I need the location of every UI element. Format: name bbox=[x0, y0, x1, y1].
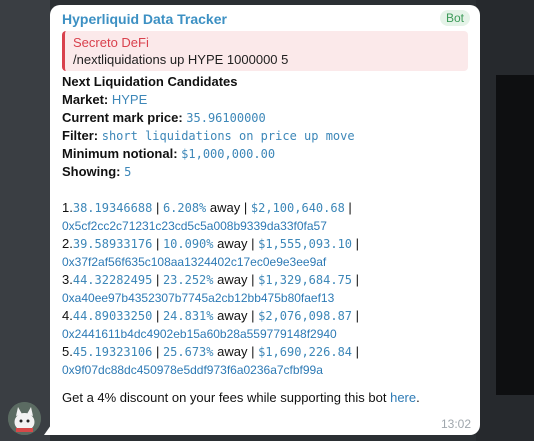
separator: | bbox=[152, 236, 163, 251]
candidate-address-link[interactable]: 0x2441611b4dc4902eb15a60b28a559779148f29… bbox=[62, 325, 472, 343]
notional-value: $1,000,000.00 bbox=[181, 147, 276, 161]
separator: | bbox=[152, 308, 163, 323]
separator: | bbox=[352, 308, 360, 323]
notional-label: Minimum notional: bbox=[62, 146, 182, 161]
candidate-address-link[interactable]: 0x5cf2cc2c71231c23cd5c5a008b9339da33f0fa… bbox=[62, 217, 472, 235]
separator: | bbox=[247, 236, 259, 251]
price-value: 35.96100000 bbox=[186, 111, 266, 125]
away-word: away bbox=[209, 200, 241, 215]
candidate-notional: $1,329,684.75 bbox=[258, 273, 353, 287]
market-value: HYPE bbox=[111, 92, 148, 107]
reply-text: /nextliquidations up HYPE 1000000 5 bbox=[73, 52, 289, 67]
separator: | bbox=[152, 200, 163, 215]
candidate-price: 39.58933176 bbox=[72, 237, 153, 251]
candidate-price: 45.19323106 bbox=[72, 345, 153, 359]
separator: | bbox=[352, 344, 360, 359]
bot-badge: Bot bbox=[439, 10, 470, 26]
away-word: away bbox=[217, 308, 248, 323]
footer-end: . bbox=[416, 390, 420, 405]
footer-row: Get a 4% discount on your fees while sup… bbox=[62, 389, 472, 407]
message-body: Next Liquidation Candidates Market: HYPE… bbox=[62, 73, 472, 407]
market-row: Market: HYPE bbox=[62, 91, 472, 109]
candidate-away-percent: 25.673% bbox=[162, 345, 214, 359]
message-heading: Next Liquidation Candidates bbox=[62, 74, 238, 89]
separator: | bbox=[152, 272, 163, 287]
separator: | bbox=[352, 272, 360, 287]
away-word: away bbox=[217, 272, 248, 287]
message-bubble[interactable]: Hyperliquid Data Tracker Bot Secreto DeF… bbox=[50, 5, 480, 435]
candidate-address-link[interactable]: 0x37f2af56f635c108aa1324402c17ec0e9e3ee9… bbox=[62, 253, 472, 271]
candidate-index: 5. bbox=[62, 344, 73, 359]
separator: | bbox=[352, 236, 360, 251]
market-label: Market: bbox=[62, 92, 112, 107]
candidate-row: 1.38.19346688 | 6.208% away | $2,100,640… bbox=[62, 199, 472, 217]
chat-background-right bbox=[476, 0, 534, 441]
message-time: 13:02 bbox=[440, 417, 471, 431]
notional-row: Minimum notional: $1,000,000.00 bbox=[62, 145, 472, 163]
price-row: Current mark price: 35.96100000 bbox=[62, 109, 472, 127]
candidate-index: 4. bbox=[62, 308, 73, 323]
candidate-notional: $2,100,640.68 bbox=[250, 201, 345, 215]
filter-value: short liquidations on price up move bbox=[101, 129, 355, 143]
separator: | bbox=[344, 200, 352, 215]
candidate-index: 1. bbox=[62, 200, 73, 215]
footer-text: Get a 4% discount on your fees while sup… bbox=[62, 390, 391, 405]
candidate-notional: $2,076,098.87 bbox=[258, 309, 353, 323]
separator: | bbox=[240, 200, 251, 215]
filter-row: Filter: short liquidations on price up m… bbox=[62, 127, 472, 145]
filter-label: Filter: bbox=[62, 128, 102, 143]
side-panel-shadow bbox=[496, 75, 534, 395]
away-word: away bbox=[217, 236, 248, 251]
candidate-price: 38.19346688 bbox=[72, 201, 153, 215]
separator: | bbox=[152, 344, 163, 359]
candidate-notional: $1,690,226.84 bbox=[258, 345, 353, 359]
candidate-index: 2. bbox=[62, 236, 73, 251]
candidate-row: 4.44.89033250 | 24.831% away | $2,076,09… bbox=[62, 307, 472, 325]
candidate-away-percent: 6.208% bbox=[162, 201, 207, 215]
separator: | bbox=[247, 344, 259, 359]
candidate-price: 44.89033250 bbox=[72, 309, 153, 323]
candidate-away-percent: 10.090% bbox=[162, 237, 214, 251]
candidate-row: 2.39.58933176 | 10.090% away | $1,555,09… bbox=[62, 235, 472, 253]
candidate-away-percent: 24.831% bbox=[162, 309, 214, 323]
separator: | bbox=[247, 308, 259, 323]
sender-name[interactable]: Hyperliquid Data Tracker bbox=[62, 11, 227, 27]
bot-avatar[interactable] bbox=[8, 402, 41, 435]
price-label: Current mark price: bbox=[62, 110, 187, 125]
footer-link[interactable]: here bbox=[390, 390, 416, 405]
away-word: away bbox=[217, 344, 248, 359]
showing-label: Showing: bbox=[62, 164, 125, 179]
candidate-list: 1.38.19346688 | 6.208% away | $2,100,640… bbox=[62, 199, 472, 379]
candidate-row: 5.45.19323106 | 25.673% away | $1,690,22… bbox=[62, 343, 472, 361]
chat-background-left bbox=[0, 0, 50, 441]
candidate-price: 44.32282495 bbox=[72, 273, 153, 287]
cat-avatar-icon bbox=[8, 402, 41, 435]
candidate-away-percent: 23.252% bbox=[162, 273, 214, 287]
candidate-notional: $1,555,093.10 bbox=[258, 237, 353, 251]
reply-sender: Secreto DeFi bbox=[73, 35, 149, 50]
candidate-address-link[interactable]: 0xa40ee97b4352307b7745a2cb12bb475b80faef… bbox=[62, 289, 472, 307]
showing-row: Showing: 5 bbox=[62, 163, 472, 181]
candidate-index: 3. bbox=[62, 272, 73, 287]
showing-value: 5 bbox=[124, 165, 132, 179]
candidate-address-link[interactable]: 0x9f07dc88dc450978e5ddf973f6a0236a7cfbf9… bbox=[62, 361, 472, 379]
reply-quote[interactable]: Secreto DeFi /nextliquidations up HYPE 1… bbox=[62, 31, 468, 71]
candidate-row: 3.44.32282495 | 23.252% away | $1,329,68… bbox=[62, 271, 472, 289]
separator: | bbox=[247, 272, 259, 287]
